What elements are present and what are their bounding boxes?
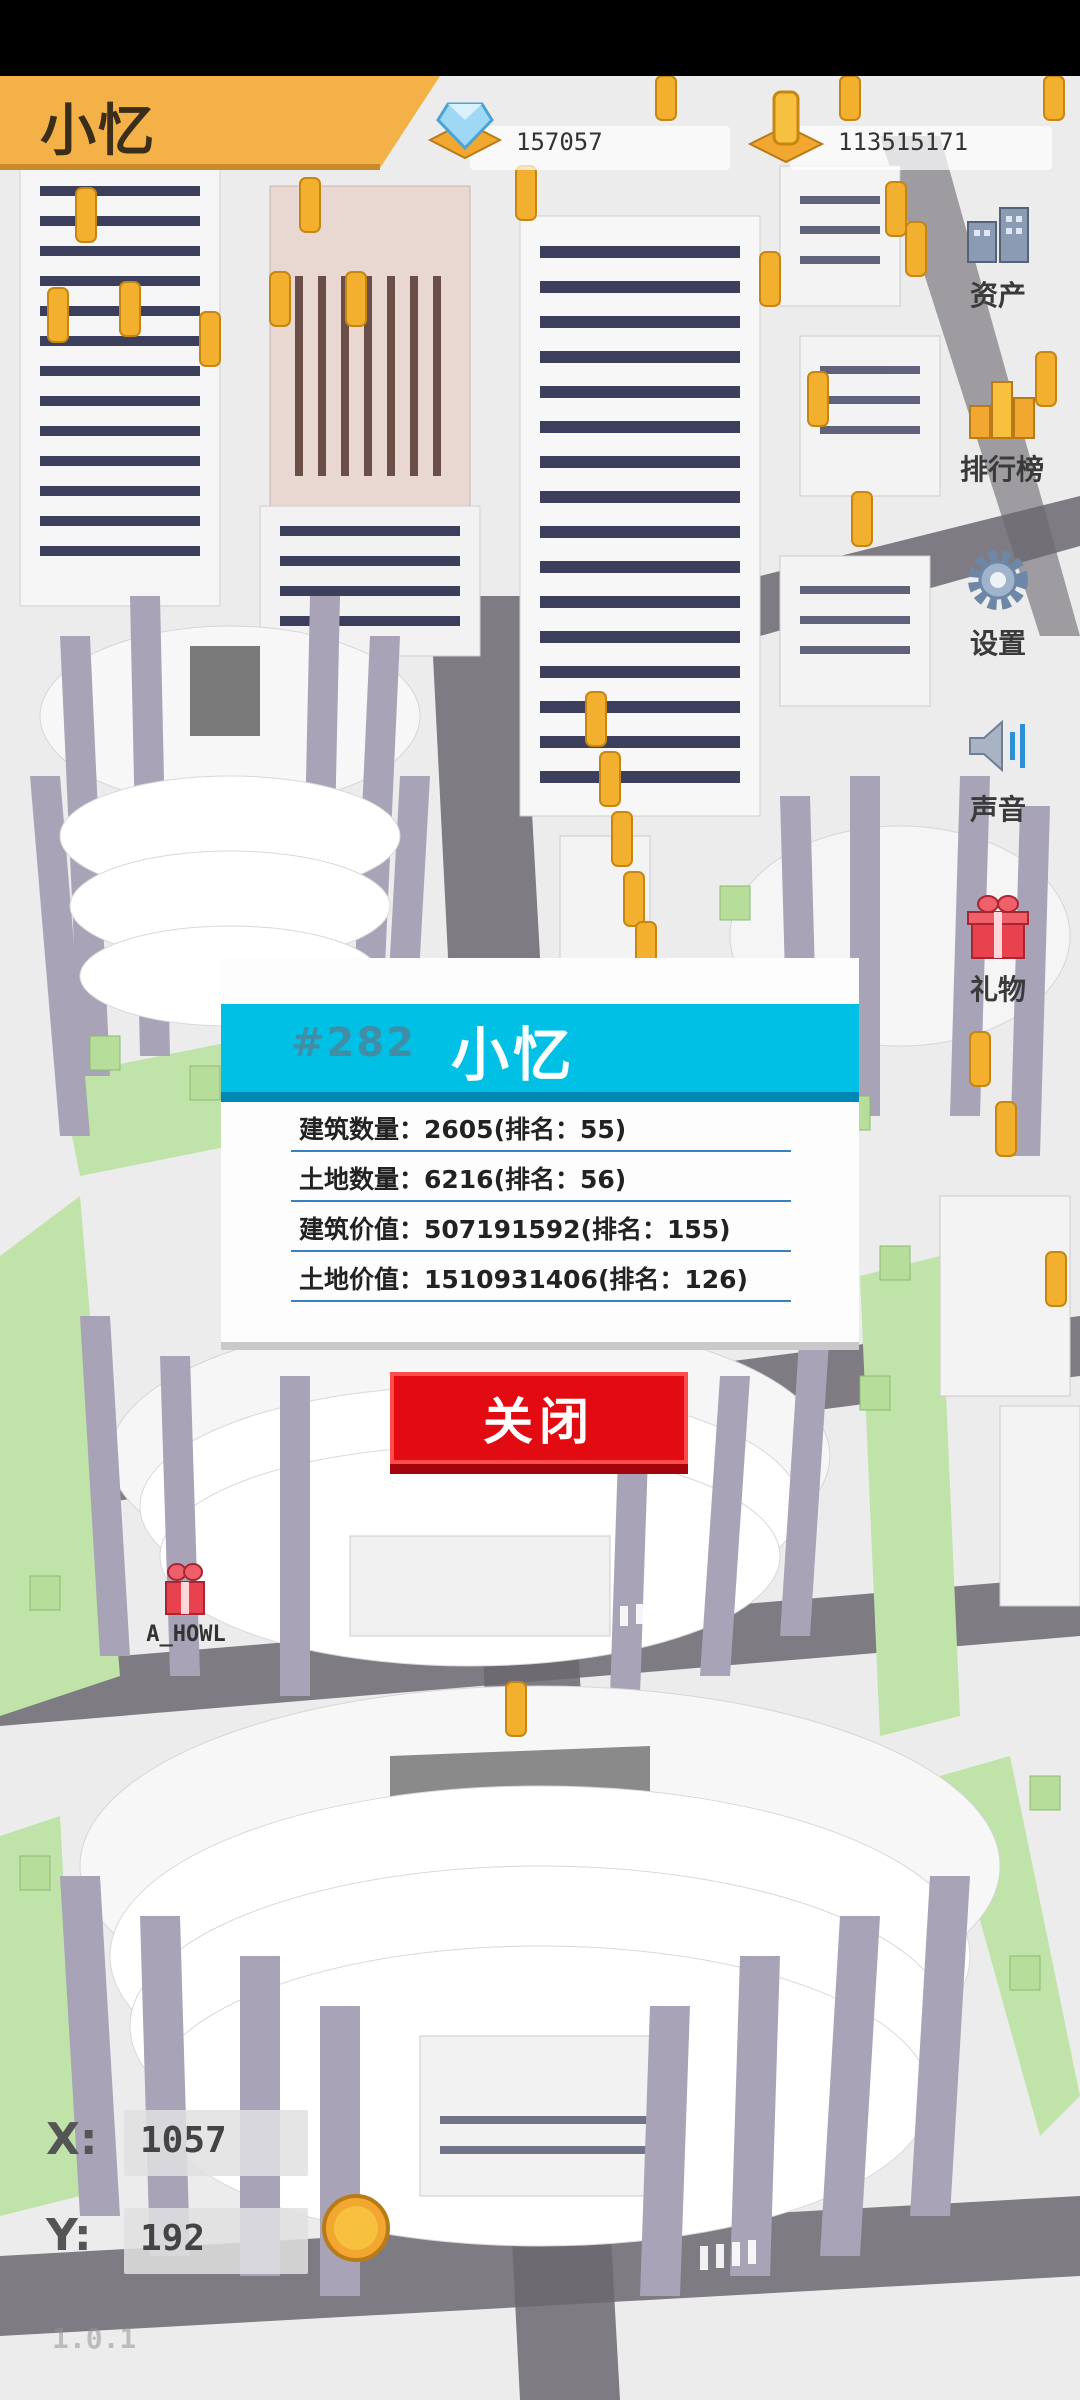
y-label: Y:	[46, 2210, 92, 2261]
x-label: X:	[46, 2114, 98, 2165]
stat-land-count: 土地数量：6216(排名：56)	[291, 1156, 791, 1202]
coin-icon[interactable]	[320, 2192, 392, 2264]
diamond-icon	[427, 102, 503, 160]
stat-text: 建筑价值：507191592(排名：155)	[299, 1215, 731, 1244]
gift-icon	[165, 1563, 205, 1615]
close-button-label: 关闭	[483, 1393, 595, 1451]
y-coordinate-box: 192	[124, 2208, 308, 2274]
stat-building-value: 建筑价值：507191592(排名：155)	[291, 1206, 791, 1252]
dialog-title: 小忆	[451, 1021, 576, 1089]
side-button-label: 资产	[969, 279, 1026, 312]
speaker-icon	[969, 719, 1025, 773]
diamond-count: 157057	[516, 128, 603, 156]
gift-icon	[967, 895, 1029, 959]
side-button-leaderboard[interactable]: 排行榜	[938, 364, 1066, 494]
stat-text: 土地价值：1510931406(排名：126)	[299, 1265, 748, 1294]
x-coordinate-value: 1057	[140, 2120, 227, 2161]
other-player-marker[interactable]: A_HOWL	[126, 1560, 246, 1650]
stat-land-value: 土地价值：1510931406(排名：126)	[291, 1256, 791, 1302]
status-bar	[0, 0, 1080, 76]
side-button-label: 礼物	[969, 973, 1026, 1006]
version-label: 1.0.1	[52, 2322, 137, 2355]
player-rank-number: #282	[291, 1020, 417, 1066]
diamond-counter[interactable]: 157057	[470, 126, 730, 170]
side-button-assets[interactable]: 资产	[942, 190, 1054, 320]
stat-text: 土地数量：6216(排名：56)	[299, 1165, 627, 1194]
stat-building-count: 建筑数量：2605(排名：55)	[291, 1106, 791, 1152]
y-coordinate-value: 192	[140, 2218, 206, 2259]
other-player-name: A_HOWL	[146, 1622, 226, 1647]
dialog-header: #282 小忆	[221, 1004, 859, 1102]
side-button-label: 排行榜	[959, 453, 1044, 486]
player-info-dialog: #282 小忆 建筑数量：2605(排名：55) 土地数量：6216(排名：56…	[221, 958, 859, 1342]
side-button-label: 声音	[969, 793, 1026, 826]
gold-counter[interactable]: 113515171	[790, 126, 1052, 170]
top-hud: 小忆 157057 113515171	[0, 76, 1080, 170]
gear-icon	[968, 550, 1028, 610]
gold-coin-stack-icon	[747, 90, 825, 164]
side-button-gift[interactable]: 礼物	[942, 884, 1054, 1014]
side-button-label: 设置	[969, 627, 1026, 660]
gold-count: 113515171	[838, 128, 969, 156]
x-coordinate-box: 1057	[124, 2110, 308, 2176]
side-button-sound[interactable]: 声音	[942, 704, 1054, 834]
assets-icon	[967, 207, 1029, 263]
close-button[interactable]: 关闭	[390, 1372, 688, 1474]
side-button-settings[interactable]: 设置	[942, 538, 1054, 668]
player-name[interactable]: 小忆	[40, 86, 156, 167]
leaderboard-icon	[969, 381, 1035, 439]
stat-text: 建筑数量：2605(排名：55)	[299, 1115, 627, 1144]
